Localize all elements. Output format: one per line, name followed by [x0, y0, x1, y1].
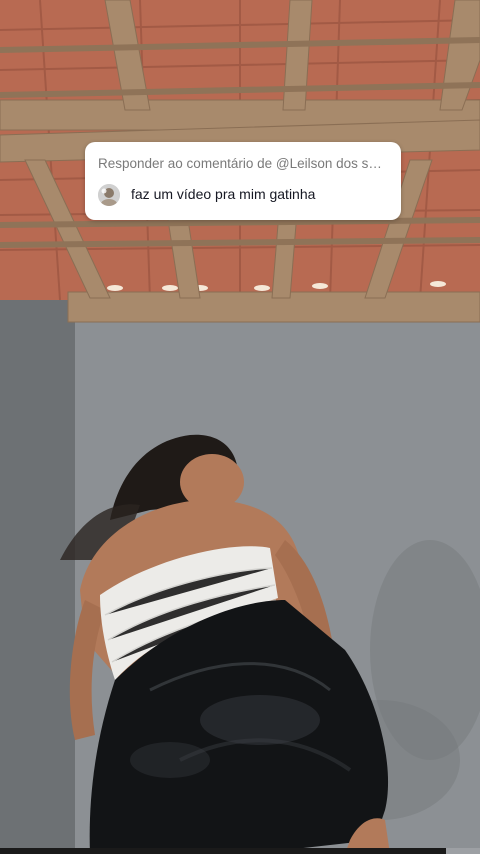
comment-text: faz um vídeo pra mim gatinha	[131, 186, 316, 202]
reply-header: Responder ao comentário de @Leilson dos …	[98, 156, 382, 171]
user-avatar-icon	[98, 184, 120, 206]
video-progress-bar[interactable]	[0, 848, 480, 854]
video-progress-fill	[0, 848, 447, 854]
video-background	[0, 0, 480, 854]
reply-comment-card[interactable]: Responder ao comentário de @Leilson dos …	[85, 142, 401, 220]
video-frame[interactable]: Responder ao comentário de @Leilson dos …	[0, 0, 480, 854]
